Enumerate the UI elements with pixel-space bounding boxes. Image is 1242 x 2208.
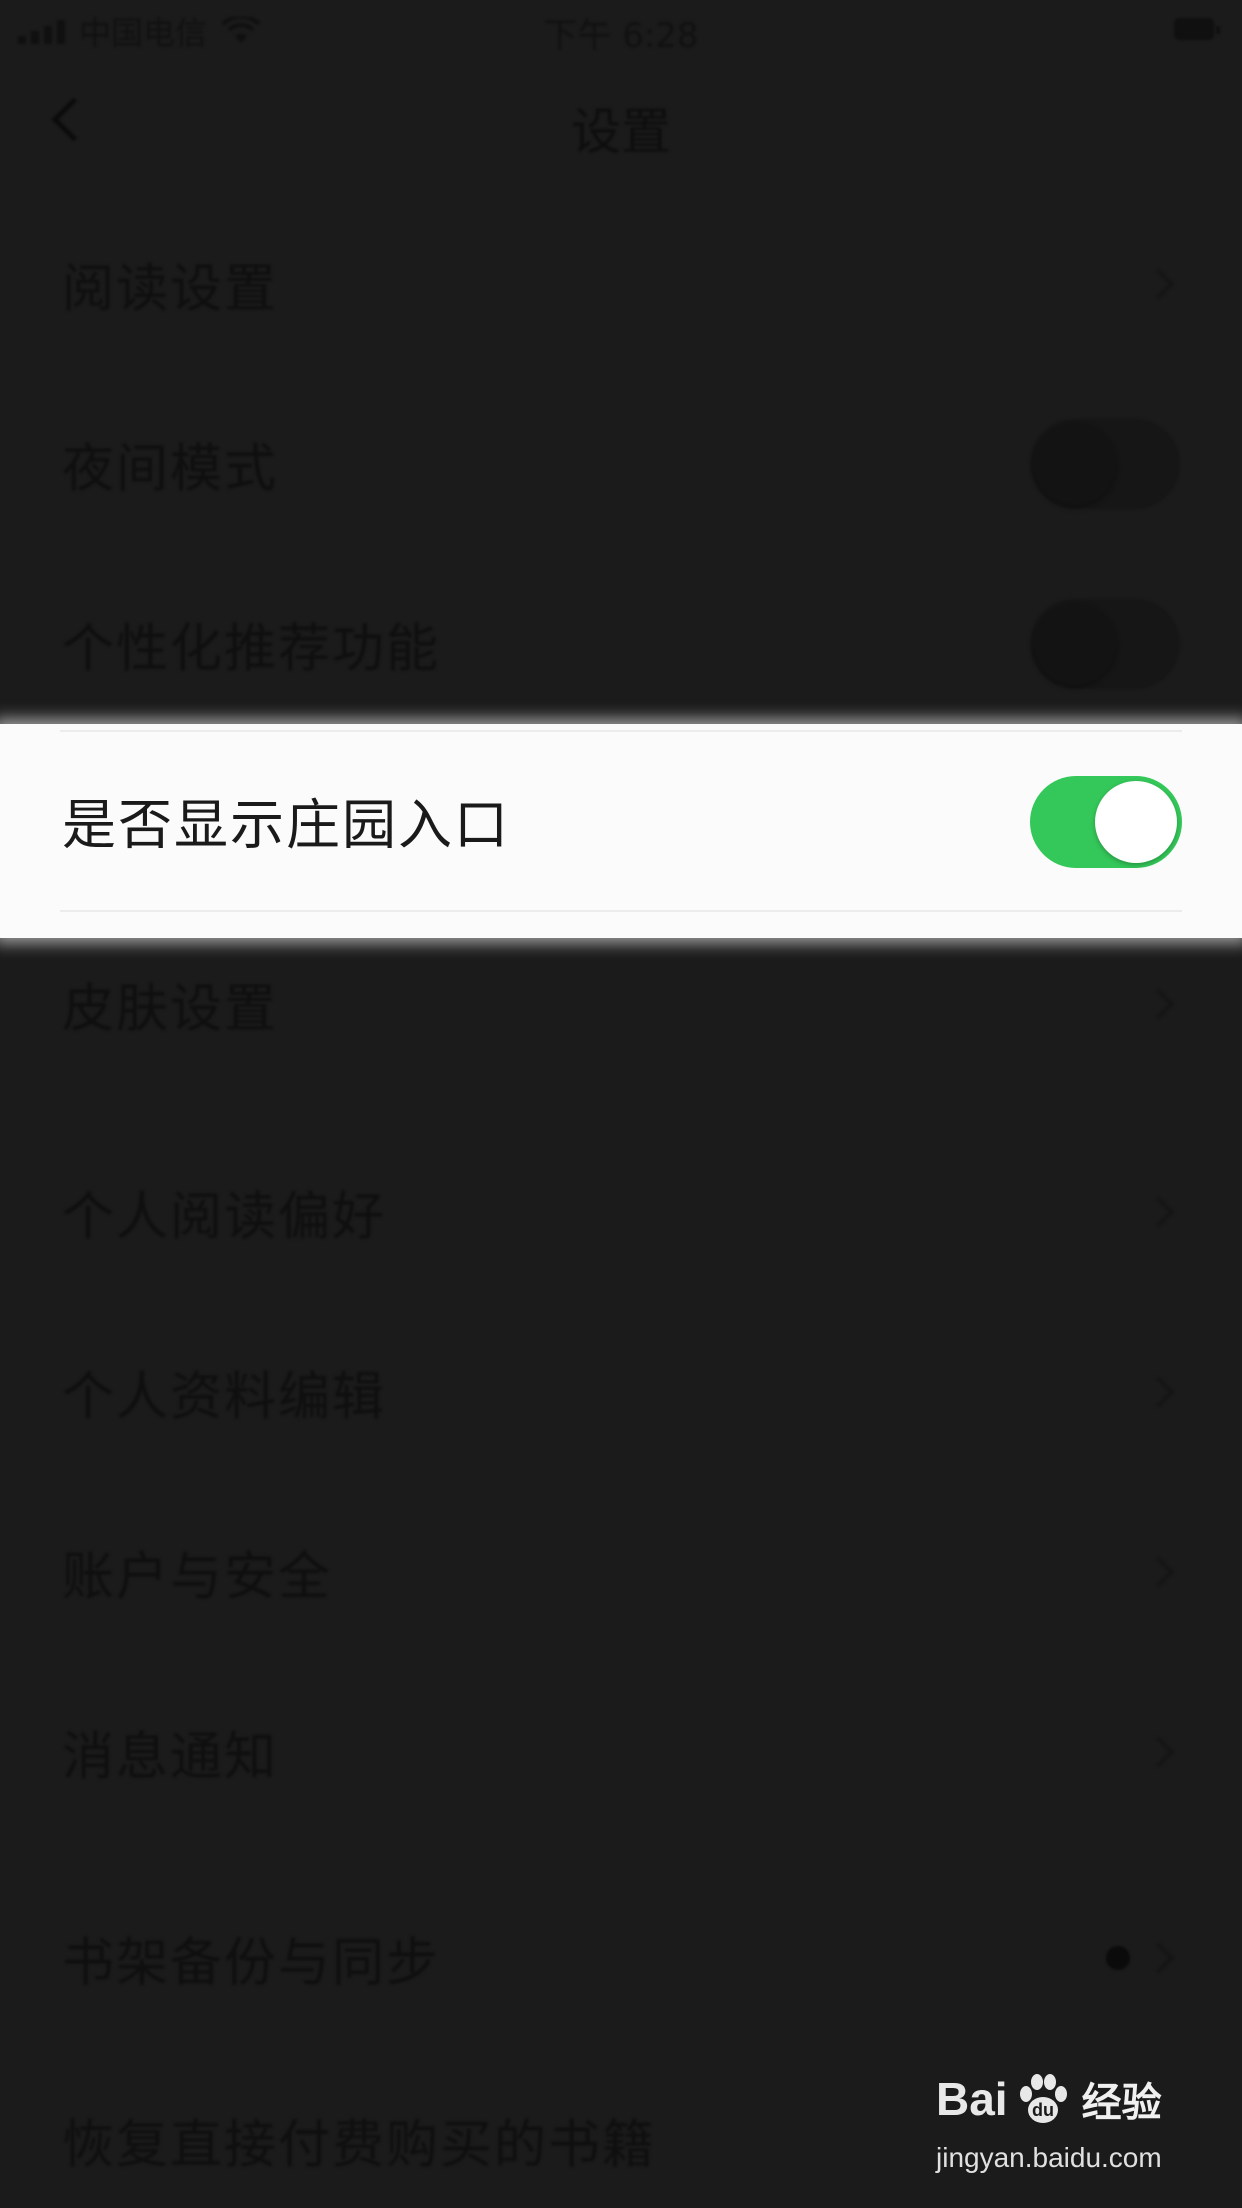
toggle-knob bbox=[1034, 423, 1116, 505]
toggle-knob bbox=[1034, 603, 1116, 685]
settings-row-bookshelf-backup[interactable]: 书架备份与同步 bbox=[0, 1868, 1242, 2048]
row-label: 恢复直接付费购买的书籍 bbox=[62, 2115, 657, 2176]
row-label: 是否显示庄园入口 bbox=[62, 793, 510, 857]
svg-text:du: du bbox=[1032, 2100, 1054, 2120]
chevron-right-icon bbox=[1143, 1942, 1175, 1974]
row-divider bbox=[60, 730, 1182, 732]
chevron-right-icon bbox=[1143, 1736, 1175, 1768]
row-label: 阅读设置 bbox=[62, 259, 279, 320]
row-label: 账户与安全 bbox=[62, 1547, 333, 1608]
settings-row-reading[interactable]: 阅读设置 bbox=[0, 194, 1242, 374]
battery-icon bbox=[1174, 18, 1220, 40]
row-label: 皮肤设置 bbox=[62, 979, 279, 1040]
settings-row-notifications[interactable]: 消息通知 bbox=[0, 1662, 1242, 1842]
personalized-recommend-toggle[interactable] bbox=[1030, 599, 1180, 689]
paw-icon: du bbox=[1019, 2074, 1067, 2123]
watermark-brand: Bai bbox=[936, 2073, 1008, 2125]
status-time: 下午 6:28 bbox=[543, 16, 699, 56]
night-mode-toggle[interactable] bbox=[1030, 419, 1180, 509]
watermark-url: jingyan.baidu.com bbox=[936, 2142, 1162, 2173]
nav-bar: 设置 bbox=[0, 70, 1242, 180]
watermark-logo: Bai du 经验 bbox=[936, 2070, 1162, 2128]
row-divider bbox=[60, 910, 1182, 912]
settings-row-night-mode: 夜间模式 bbox=[0, 374, 1242, 554]
chevron-right-icon bbox=[1143, 1196, 1175, 1228]
settings-row-skin[interactable]: 皮肤设置 bbox=[0, 914, 1242, 1094]
settings-row-reading-preference[interactable]: 个人阅读偏好 bbox=[0, 1122, 1242, 1302]
row-label: 个性化推荐功能 bbox=[62, 619, 441, 680]
page-title: 设置 bbox=[571, 103, 671, 161]
settings-row-account-security[interactable]: 账户与安全 bbox=[0, 1482, 1242, 1662]
settings-row-show-manor-entrance: 是否显示庄园入口 bbox=[0, 724, 1242, 938]
settings-screen: 中国电信 下午 6:28 设置 阅读设置 夜间模式 个性化推荐功能 皮肤设置 个… bbox=[0, 0, 1242, 2208]
row-label: 消息通知 bbox=[62, 1727, 279, 1788]
status-bar: 中国电信 下午 6:28 bbox=[0, 0, 1242, 60]
show-manor-entrance-toggle[interactable] bbox=[1030, 776, 1182, 868]
chevron-right-icon bbox=[1143, 268, 1175, 300]
row-label: 个人阅读偏好 bbox=[62, 1187, 387, 1248]
chevron-right-icon bbox=[1143, 1376, 1175, 1408]
baidu-jingyan-watermark: Bai du 经验 jingyan.baidu.com bbox=[936, 2070, 1176, 2190]
dimmed-background: 中国电信 下午 6:28 设置 阅读设置 夜间模式 个性化推荐功能 皮肤设置 个… bbox=[0, 0, 1242, 2208]
unread-dot-badge bbox=[1106, 1946, 1130, 1970]
settings-row-profile-edit[interactable]: 个人资料编辑 bbox=[0, 1302, 1242, 1482]
chevron-right-icon bbox=[1143, 1556, 1175, 1588]
row-label: 个人资料编辑 bbox=[62, 1367, 387, 1428]
watermark-product: 经验 bbox=[1081, 2081, 1162, 2125]
toggle-knob bbox=[1095, 781, 1177, 863]
row-label: 书架备份与同步 bbox=[62, 1933, 441, 1994]
settings-row-personalized-recommend: 个性化推荐功能 bbox=[0, 554, 1242, 734]
chevron-right-icon bbox=[1143, 988, 1175, 1020]
row-label: 夜间模式 bbox=[62, 439, 279, 500]
